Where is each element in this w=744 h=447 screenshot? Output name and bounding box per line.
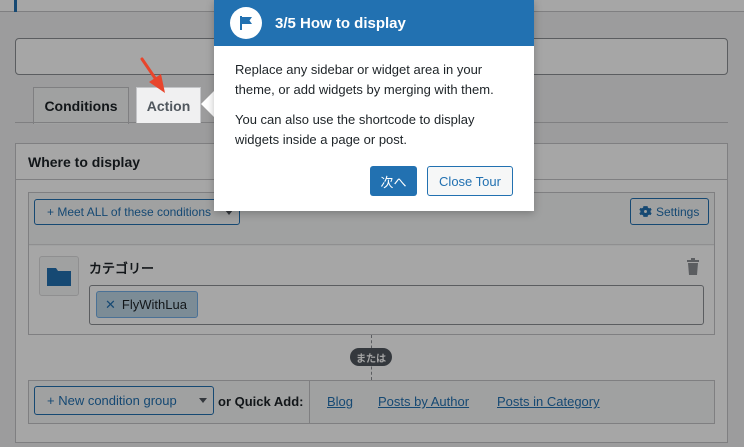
tour-title: 3/5 How to display: [275, 14, 406, 32]
flag-icon: [240, 16, 252, 30]
tour-pointer: [201, 90, 215, 118]
tour-header: 3/5 How to display: [214, 0, 534, 46]
tour-paragraph-2: You can also use the shortcode to displa…: [235, 112, 475, 147]
arrow-icon: [140, 57, 165, 93]
tour-paragraph-1: Replace any sidebar or widget area in yo…: [235, 62, 494, 97]
flag-badge: [230, 7, 262, 39]
next-button[interactable]: 次へ: [370, 166, 417, 196]
close-tour-button[interactable]: Close Tour: [427, 166, 513, 196]
